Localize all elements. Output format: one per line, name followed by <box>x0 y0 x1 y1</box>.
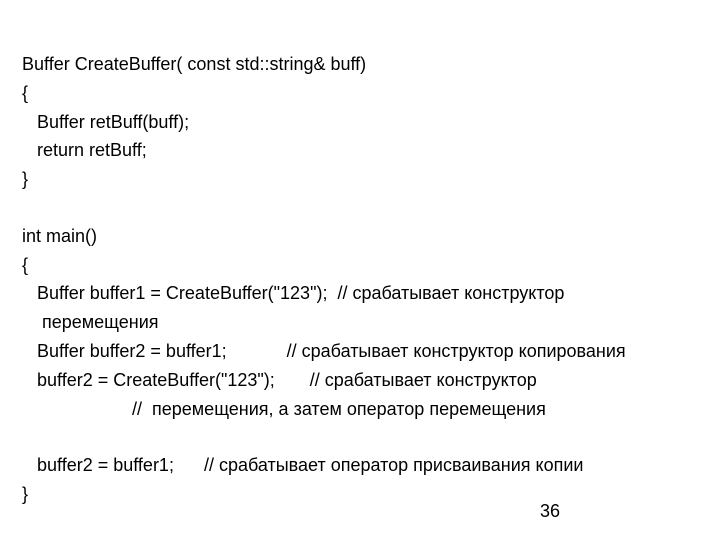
code-line: buffer2 = CreateBuffer("123"); // срабат… <box>22 366 698 395</box>
code-line: Buffer buffer2 = buffer1; // срабатывает… <box>22 337 698 366</box>
code-line: } <box>22 480 698 509</box>
code-line: int main() <box>22 222 698 251</box>
code-line <box>22 423 698 451</box>
code-line: // перемещения, а затем оператор перемещ… <box>22 395 698 424</box>
code-line: return retBuff; <box>22 136 698 165</box>
code-line: { <box>22 79 698 108</box>
code-line: перемещения <box>22 308 698 337</box>
code-line: Buffer retBuff(buff); <box>22 108 698 137</box>
page-number: 36 <box>540 501 560 522</box>
code-line: } <box>22 165 698 194</box>
code-line: Buffer buffer1 = CreateBuffer("123"); //… <box>22 279 698 308</box>
code-block: Buffer CreateBuffer( const std::string& … <box>22 50 698 509</box>
code-line: Buffer CreateBuffer( const std::string& … <box>22 50 698 79</box>
code-line: { <box>22 251 698 280</box>
code-line: buffer2 = buffer1; // срабатывает операт… <box>22 451 698 480</box>
code-line <box>22 194 698 222</box>
